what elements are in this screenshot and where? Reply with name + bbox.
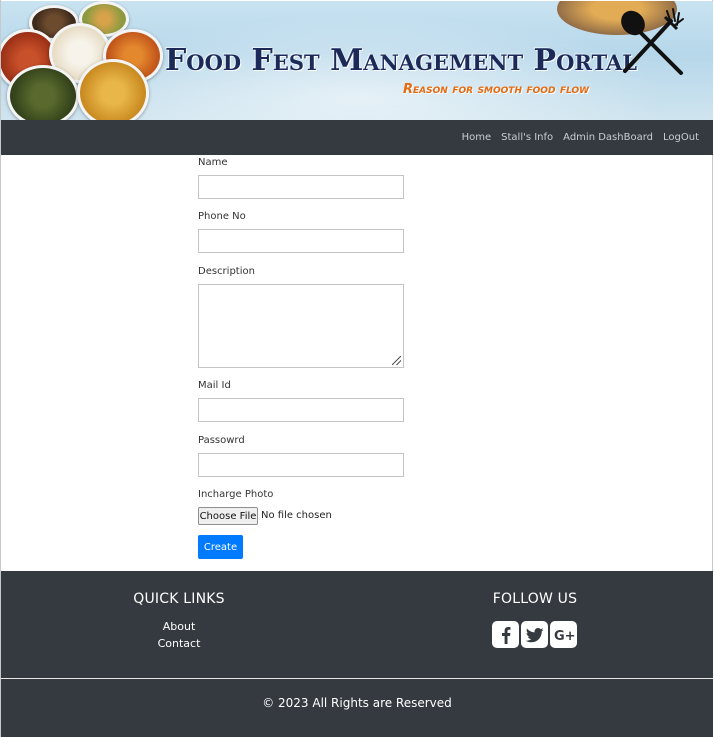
quick-links-title: QUICK LINKS: [133, 591, 225, 607]
food-plate-image: [7, 65, 79, 120]
mail-input[interactable]: [198, 398, 404, 422]
svg-text:G+: G+: [554, 629, 575, 644]
footer: QUICK LINKS About Contact FOLLOW US G+ ©…: [1, 571, 713, 737]
header-banner: Food Fest Management Portal Reason for s…: [1, 1, 713, 120]
description-label: Description: [198, 266, 255, 277]
spoon-fork-icon: [621, 8, 684, 75]
description-textarea[interactable]: [198, 284, 404, 368]
file-status-text: No file chosen: [261, 510, 332, 521]
mail-label: Mail Id: [198, 380, 231, 391]
footer-divider: [1, 678, 713, 679]
password-label: Passowrd: [198, 435, 245, 446]
photo-label: Incharge Photo: [198, 489, 274, 500]
nav-home-link[interactable]: Home: [462, 132, 492, 143]
phone-label: Phone No: [198, 211, 246, 222]
nav-stalls-info-link[interactable]: Stall's Info: [501, 132, 553, 143]
choose-file-button[interactable]: Choose File: [198, 507, 258, 525]
copyright-text: © 2023 All Rights are Reserved: [262, 696, 452, 710]
password-input[interactable]: [198, 453, 404, 477]
twitter-icon[interactable]: [521, 621, 548, 648]
footer-about-link[interactable]: About: [1, 620, 357, 633]
name-label: Name: [198, 157, 228, 168]
food-plate-image: [77, 59, 149, 120]
name-input[interactable]: [198, 175, 404, 199]
site-title: Food Fest Management Portal: [165, 43, 638, 78]
nav-logout-link[interactable]: LogOut: [663, 132, 699, 143]
follow-us-title: FOLLOW US: [492, 591, 578, 607]
google-plus-icon[interactable]: G+: [550, 621, 577, 648]
nav-admin-dashboard-link[interactable]: Admin DashBoard: [563, 132, 653, 143]
footer-contact-link[interactable]: Contact: [1, 637, 357, 650]
create-button[interactable]: Create: [198, 535, 243, 559]
nav-menu: Home Stall's Info Admin DashBoard LogOut: [452, 120, 699, 155]
facebook-icon[interactable]: [492, 621, 519, 648]
navbar: Home Stall's Info Admin DashBoard LogOut: [1, 120, 713, 155]
resize-handle[interactable]: [392, 356, 401, 365]
site-tagline: Reason for smooth food flow: [403, 82, 590, 97]
phone-input[interactable]: [198, 229, 404, 253]
